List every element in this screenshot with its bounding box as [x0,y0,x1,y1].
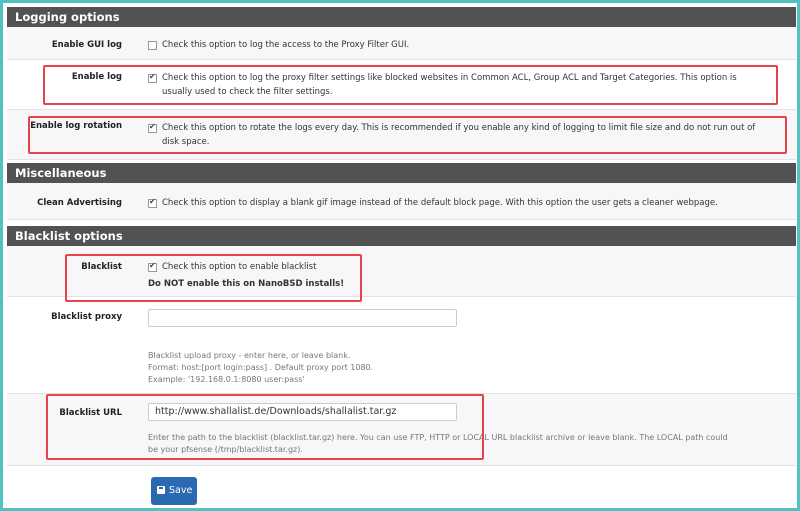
enable-log-checkbox[interactable] [148,72,157,83]
blacklist-proxy-help-line2: Format: host:[port login:pass] . Default… [148,363,374,372]
clean-advertising-desc: Check this option to display a blank gif… [162,198,718,208]
section-logging-options: Logging options [7,7,796,27]
blacklist-desc: Check this option to enable blacklist [162,262,317,272]
clean-advertising-checkbox[interactable] [148,197,157,208]
row-enable-log: Enable log Check this option to log the … [7,60,796,110]
clean-advertising-label: Clean Advertising [37,198,122,208]
settings-panel: Logging options Enable GUI log Check thi… [3,3,797,508]
row-clean-advertising: Clean Advertising Check this option to d… [7,183,796,220]
blacklist-label: Blacklist [81,262,122,272]
row-enable-log-rotation: Enable log rotation Check this option to… [7,110,796,160]
blacklist-checkbox[interactable] [148,261,157,272]
blacklist-url-input[interactable]: http://www.shallalist.de/Downloads/shall… [148,403,457,421]
enable-log-rotation-desc-line2: disk space. [162,137,210,147]
enable-log-rotation-desc-line1: Check this option to rotate the logs eve… [162,123,756,133]
blacklist-proxy-help-line3: Example: '192.168.0.1:8080 user:pass' [148,375,305,384]
section-blacklist-options: Blacklist options [7,226,796,246]
enable-log-rotation-label: Enable log rotation [30,121,122,131]
save-button[interactable]: Save [151,477,197,505]
row-blacklist-url: Blacklist URL http://www.shallalist.de/D… [7,394,796,466]
save-button-label: Save [169,485,193,496]
enable-log-rotation-checkbox[interactable] [148,122,157,133]
enable-log-desc-line2: usually used to check the filter setting… [162,87,333,97]
row-blacklist-proxy: Blacklist proxy Blacklist upload proxy -… [7,297,796,394]
enable-gui-log-label: Enable GUI log [51,40,122,50]
floppy-disk-icon [157,486,165,494]
section-miscellaneous: Miscellaneous [7,163,796,183]
enable-log-label: Enable log [71,72,122,82]
enable-log-desc-line1: Check this option to log the proxy filte… [162,73,737,83]
blacklist-proxy-label: Blacklist proxy [51,312,122,322]
enable-gui-log-desc: Check this option to log the access to t… [162,40,410,50]
blacklist-url-help-line2: be your pfsense (/tmp/blacklist.tar.gz). [148,445,303,454]
row-blacklist: Blacklist Check this option to enable bl… [7,246,796,297]
blacklist-url-label: Blacklist URL [59,408,122,418]
blacklist-url-help-line1: Enter the path to the blacklist (blackli… [148,433,728,442]
enable-gui-log-checkbox[interactable] [148,41,157,50]
blacklist-proxy-input[interactable] [148,309,457,327]
blacklist-nanobsd-warning: Do NOT enable this on NanoBSD installs! [148,279,345,289]
row-enable-gui-log: Enable GUI log Check this option to log … [7,27,796,60]
blacklist-proxy-help-line1: Blacklist upload proxy - enter here, or … [148,351,351,360]
